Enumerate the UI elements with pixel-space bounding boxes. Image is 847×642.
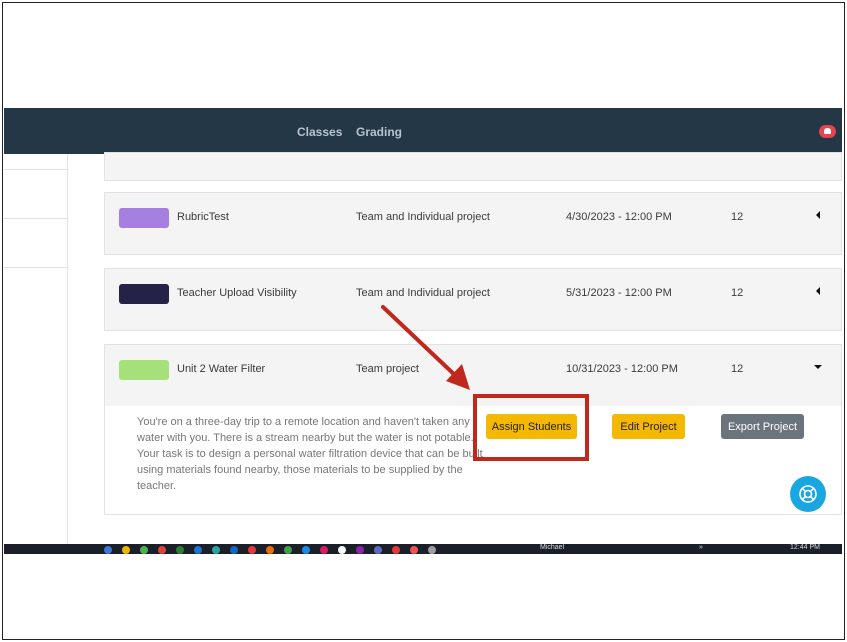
taskbar-app-icon[interactable] bbox=[428, 546, 436, 554]
taskbar-app-icon[interactable] bbox=[392, 546, 400, 554]
taskbar-app-icon[interactable] bbox=[140, 546, 148, 554]
taskbar-clock[interactable]: 12:44 PM bbox=[790, 544, 820, 552]
taskbar-app-icon[interactable] bbox=[338, 546, 346, 554]
taskbar-app-icon[interactable] bbox=[176, 546, 184, 554]
taskbar-app-icon[interactable] bbox=[104, 546, 112, 554]
taskbar-app-icon[interactable] bbox=[122, 546, 130, 554]
taskbar-app-icon[interactable] bbox=[320, 546, 328, 554]
taskbar-app-icon[interactable] bbox=[248, 546, 256, 554]
taskbar-overflow-icon[interactable]: » bbox=[699, 544, 703, 552]
taskbar-app-icon[interactable] bbox=[410, 546, 418, 554]
taskbar-app-icon[interactable] bbox=[212, 546, 220, 554]
taskbar-app-icon[interactable] bbox=[302, 546, 310, 554]
taskbar-app-icon[interactable] bbox=[194, 546, 202, 554]
taskbar-app-icon[interactable] bbox=[356, 546, 364, 554]
taskbar-app-icon[interactable] bbox=[266, 546, 274, 554]
taskbar-user-label[interactable]: Michael bbox=[540, 544, 564, 552]
taskbar-app-icon[interactable] bbox=[284, 546, 292, 554]
taskbar-app-icon[interactable] bbox=[374, 546, 382, 554]
taskbar-app-icon[interactable] bbox=[158, 546, 166, 554]
taskbar-app-icon[interactable] bbox=[230, 546, 238, 554]
os-taskbar: Michael » 12:44 PM bbox=[4, 544, 842, 554]
